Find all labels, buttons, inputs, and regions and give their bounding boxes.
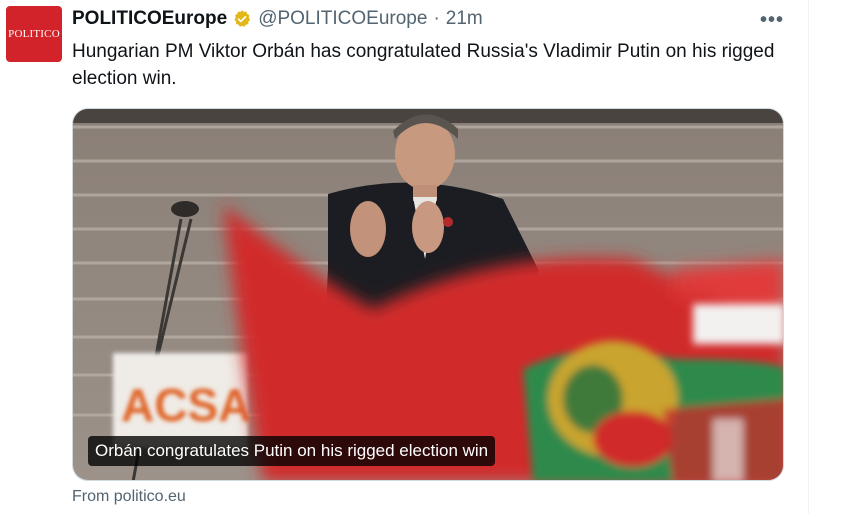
avatar-logo-text: POLITICO [8, 28, 60, 40]
tweet-text: Hungarian PM Viktor Orbán has congratula… [72, 41, 775, 89]
tweet-header: POLITICOEurope @POLITICOEurope · 21m [72, 7, 483, 31]
card-source-link[interactable]: From politico.eu [72, 488, 186, 506]
card-photo: ACSA [73, 109, 783, 480]
link-card-image[interactable]: ACSA [72, 108, 784, 481]
card-caption[interactable]: Orbán congratulates Putin on his rigged … [88, 436, 496, 466]
separator-dot: · [433, 8, 440, 29]
more-options-button[interactable]: ••• [760, 8, 784, 32]
verified-badge-icon[interactable] [232, 9, 252, 29]
more-icon: ••• [760, 9, 785, 31]
card-caption-text: Orbán congratulates Putin on his rigged … [95, 441, 489, 460]
sign-text: ACSA [121, 379, 251, 431]
handle[interactable]: @POLITICOEurope [258, 8, 427, 30]
acsa-sign: ACSA [113, 353, 251, 448]
display-name[interactable]: POLITICOEurope [72, 8, 227, 30]
timeline-divider [808, 0, 809, 514]
timestamp[interactable]: 21m [446, 8, 483, 30]
avatar[interactable]: POLITICO [6, 6, 62, 62]
